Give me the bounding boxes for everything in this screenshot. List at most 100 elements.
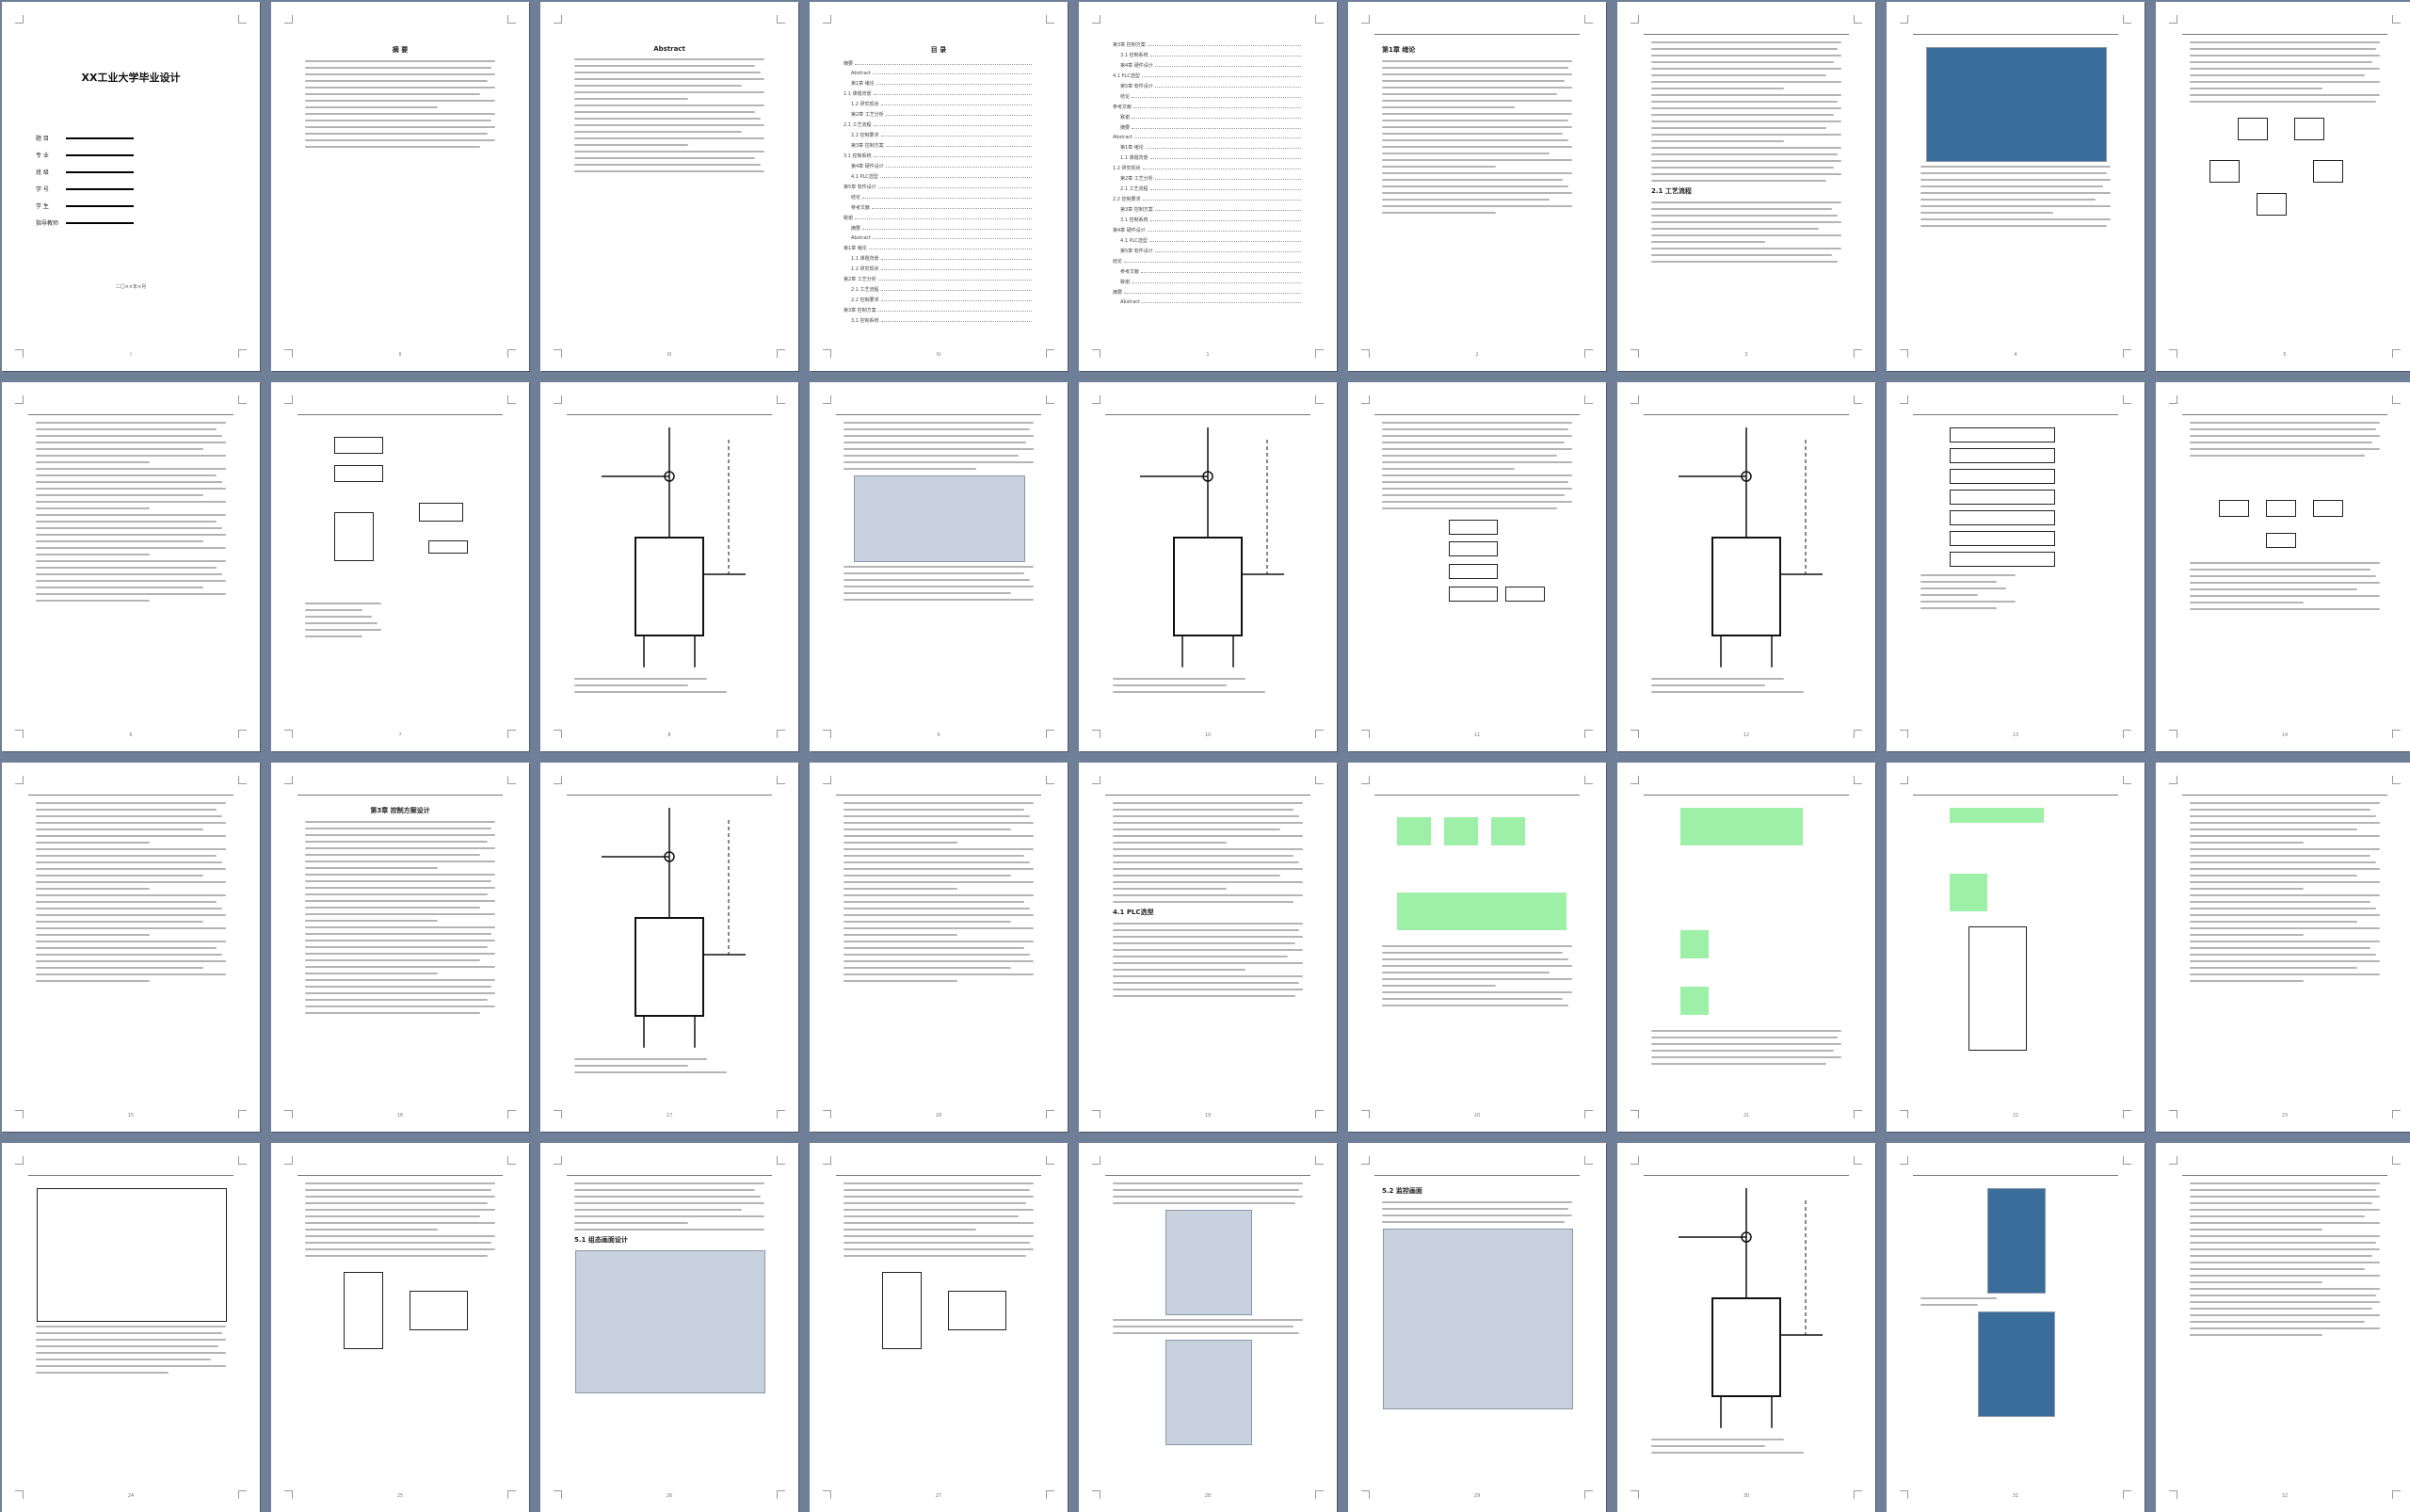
toc-entry[interactable]: 2.1 工艺流程	[1113, 185, 1303, 192]
document-page[interactable]: I XX工业大学毕业设计题 目专 业班 级学 号学 生指导教师 二〇××年×月	[2, 2, 260, 371]
document-page[interactable]: 2 第1章 绪论	[1348, 2, 1606, 371]
toc-entry[interactable]: 第2章 工艺分析	[844, 276, 1034, 282]
document-page[interactable]: 31	[1887, 1143, 2145, 1512]
toc-entry[interactable]: 结论	[1113, 93, 1303, 100]
toc-entry[interactable]: 4.1 PLC选型	[844, 173, 1034, 180]
toc-entry[interactable]: 致谢	[1113, 114, 1303, 121]
toc-entry[interactable]: 致谢	[844, 215, 1034, 221]
toc-entry[interactable]: 第4章 硬件设计	[1113, 227, 1303, 233]
text-line	[574, 1215, 764, 1217]
document-page[interactable]: 27	[810, 1143, 1068, 1512]
document-page[interactable]: 1 第3章 控制方案 3.1 控制系统 第4章 硬件设计 4.1 PLC选型 第5章 软件…	[1079, 2, 1337, 371]
document-page[interactable]: II 摘 要	[271, 2, 529, 371]
icon-block	[1680, 987, 1709, 1015]
document-page[interactable]: 22	[1887, 763, 2145, 1132]
toc-entry[interactable]: 结论	[1113, 258, 1303, 265]
toc-entry[interactable]: 1.2 研究现状	[844, 265, 1034, 272]
toc-entry[interactable]: 2.2 控制要求	[844, 297, 1034, 303]
document-page[interactable]: 30	[1617, 1143, 1875, 1512]
document-page[interactable]: 13	[1887, 382, 2145, 751]
toc-entry[interactable]: 第5章 软件设计	[1113, 83, 1303, 89]
document-page[interactable]: 4	[1887, 2, 2145, 371]
document-page[interactable]: 12	[1617, 382, 1875, 751]
document-page[interactable]: 18	[810, 763, 1068, 1132]
toc-entry[interactable]: 致谢	[1113, 279, 1303, 285]
toc-entry[interactable]: 参考文献	[1113, 104, 1303, 110]
document-page[interactable]: 5	[2156, 2, 2410, 371]
document-page[interactable]: IV 目 录摘要 Abstract 第1章 绪论 1.1 课题背景 1.2 研究现状 第2章…	[810, 2, 1068, 371]
document-page[interactable]: 29 5.2 监控画面	[1348, 1143, 1606, 1512]
toc-entry[interactable]: 第2章 工艺分析	[844, 111, 1034, 118]
crop-mark	[284, 776, 293, 784]
document-page[interactable]: 28	[1079, 1143, 1337, 1512]
toc-entry[interactable]: 第1章 绪论	[1113, 144, 1303, 151]
toc-entry[interactable]: 第2章 工艺分析	[1113, 175, 1303, 182]
toc-entry[interactable]: 第5章 软件设计	[1113, 248, 1303, 254]
document-page[interactable]: 8	[540, 382, 798, 751]
document-page[interactable]: 10	[1079, 382, 1337, 751]
toc-entry[interactable]: 3.1 控制系统	[1113, 217, 1303, 223]
toc-entry-title: 1.1 课题背景	[844, 91, 872, 97]
document-page[interactable]: 7	[271, 382, 529, 751]
document-page[interactable]: 23	[2156, 763, 2410, 1132]
toc-entry[interactable]: 3.1 控制系统	[1113, 52, 1303, 58]
toc-entry[interactable]: Abstract	[1113, 135, 1303, 140]
toc-entry[interactable]: 摘要	[844, 60, 1034, 67]
toc-entry[interactable]: 2.1 工艺流程	[844, 121, 1034, 128]
toc-entry[interactable]: 2.2 控制要求	[844, 132, 1034, 138]
document-page[interactable]: 25	[271, 1143, 529, 1512]
toc-entry[interactable]: 1.2 研究现状	[1113, 165, 1303, 171]
toc-entry[interactable]: 1.1 课题背景	[1113, 154, 1303, 161]
text-line	[844, 435, 1034, 437]
toc-entry[interactable]: 第3章 控制方案	[1113, 206, 1303, 213]
document-page[interactable]: 11	[1348, 382, 1606, 751]
toc-entry[interactable]: 参考文献	[844, 204, 1034, 211]
toc-entry[interactable]: 第4章 硬件设计	[844, 163, 1034, 169]
toc-entry[interactable]: Abstract	[844, 71, 1034, 76]
document-page[interactable]: 19 4.1 PLC选型	[1079, 763, 1337, 1132]
document-page[interactable]: 15	[2, 763, 260, 1132]
toc-entry[interactable]: 第3章 控制方案	[844, 307, 1034, 314]
text-line	[574, 131, 742, 133]
cover-field-underline	[66, 204, 134, 207]
text-line	[2190, 1255, 2372, 1257]
toc-entry[interactable]: 摘要	[1113, 289, 1303, 296]
toc-entry[interactable]: 摘要	[1113, 124, 1303, 131]
toc-entry[interactable]: Abstract	[1113, 299, 1303, 305]
document-page[interactable]: III Abstract	[540, 2, 798, 371]
toc-entry[interactable]: 1.1 课题背景	[844, 255, 1034, 262]
document-page[interactable]: 26 5.1 组态画面设计	[540, 1143, 798, 1512]
document-page[interactable]: 6	[2, 382, 260, 751]
toc-entry[interactable]: 参考文献	[1113, 268, 1303, 275]
text-line	[305, 828, 491, 829]
toc-entry[interactable]: 2.1 工艺流程	[844, 286, 1034, 293]
document-page[interactable]: 24	[2, 1143, 260, 1512]
text-line	[305, 880, 491, 882]
toc-entry[interactable]: 第4章 硬件设计	[1113, 62, 1303, 69]
document-page[interactable]: 3 2.1 工艺流程	[1617, 2, 1875, 371]
toc-entry[interactable]: 第5章 软件设计	[844, 184, 1034, 190]
page-header	[1644, 785, 1849, 796]
document-page[interactable]: 9	[810, 382, 1068, 751]
document-page[interactable]: 20	[1348, 763, 1606, 1132]
toc-entry[interactable]: 第1章 绪论	[844, 80, 1034, 87]
document-page[interactable]: 21	[1617, 763, 1875, 1132]
toc-entry[interactable]: Abstract	[844, 235, 1034, 241]
document-page[interactable]: 32	[2156, 1143, 2410, 1512]
toc-entry[interactable]: 第1章 绪论	[844, 245, 1034, 251]
toc-entry[interactable]: 1.2 研究现状	[844, 101, 1034, 107]
toc-entry[interactable]: 第3章 控制方案	[1113, 41, 1303, 48]
toc-entry[interactable]: 3.1 控制系统	[844, 153, 1034, 159]
toc-entry[interactable]: 结论	[844, 194, 1034, 201]
document-page[interactable]: 14	[2156, 382, 2410, 751]
document-page[interactable]: 16 第3章 控制方案设计	[271, 763, 529, 1132]
toc-entry[interactable]: 2.2 控制要求	[1113, 196, 1303, 202]
document-page[interactable]: 17	[540, 763, 798, 1132]
toc-entry[interactable]: 4.1 PLC选型	[1113, 72, 1303, 79]
toc-entry[interactable]: 1.1 课题背景	[844, 90, 1034, 97]
toc-entry[interactable]: 摘要	[844, 225, 1034, 232]
text-line	[2190, 1281, 2323, 1283]
toc-entry[interactable]: 3.1 控制系统	[844, 317, 1034, 324]
toc-entry[interactable]: 4.1 PLC选型	[1113, 237, 1303, 244]
toc-entry[interactable]: 第3章 控制方案	[844, 142, 1034, 149]
